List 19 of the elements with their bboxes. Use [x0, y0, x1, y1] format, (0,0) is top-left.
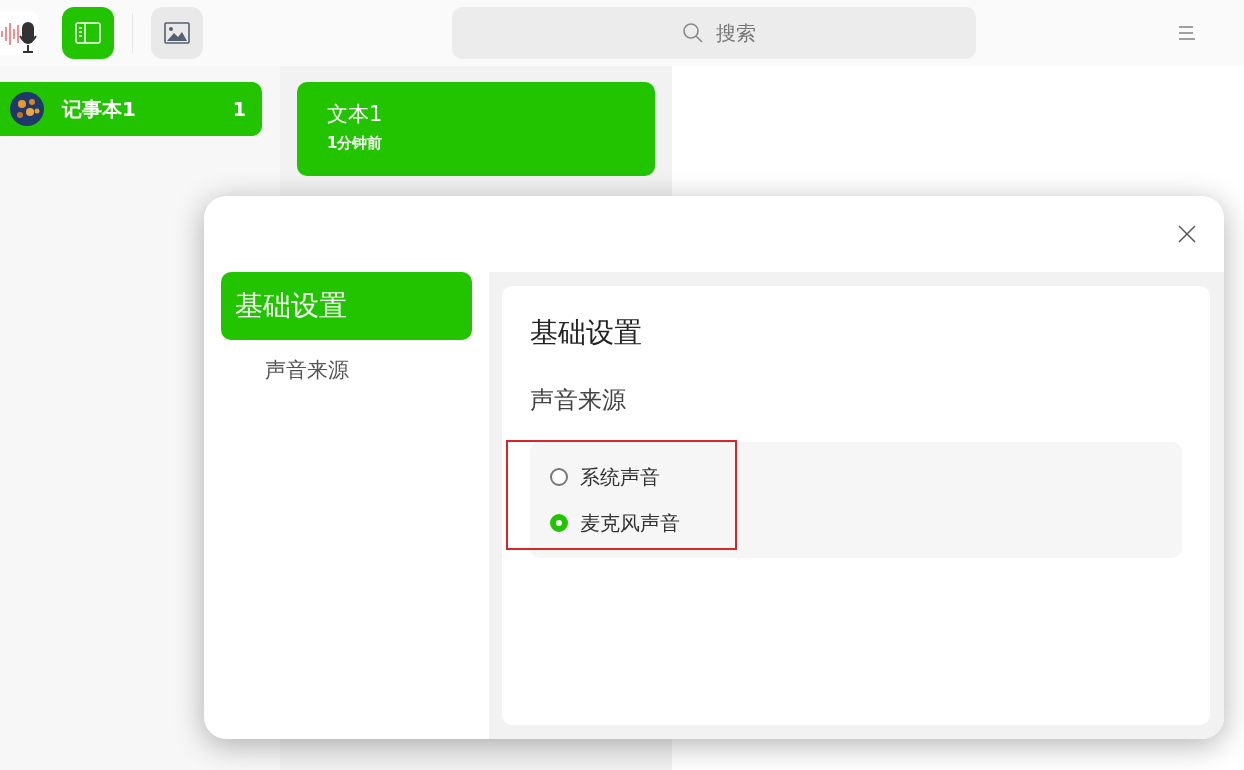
note-time: 1分钟前	[327, 134, 384, 153]
close-icon[interactable]	[1178, 225, 1196, 243]
radio-label[interactable]: 系统声音	[580, 463, 660, 491]
group-title: 声音来源	[530, 385, 627, 416]
image-icon	[164, 22, 190, 44]
sidebar-button[interactable]	[62, 7, 114, 59]
radio-button[interactable]	[550, 514, 568, 532]
notebook-avatar-icon	[10, 92, 44, 126]
radio-button[interactable]	[550, 468, 568, 486]
image-button[interactable]	[151, 7, 203, 59]
search-field[interactable]: 搜索	[452, 7, 976, 59]
radio-label[interactable]: 麦克风声音	[580, 509, 680, 537]
note-title: 文本1	[327, 101, 384, 128]
note-count: 1	[232, 98, 246, 120]
nav-item[interactable]: 声音来源	[221, 340, 472, 384]
notebook-name: 记事本1	[62, 95, 137, 123]
section-heading: 基础设置	[530, 315, 643, 351]
sidebar-icon	[75, 22, 101, 44]
menu-icon[interactable]	[1179, 26, 1195, 40]
